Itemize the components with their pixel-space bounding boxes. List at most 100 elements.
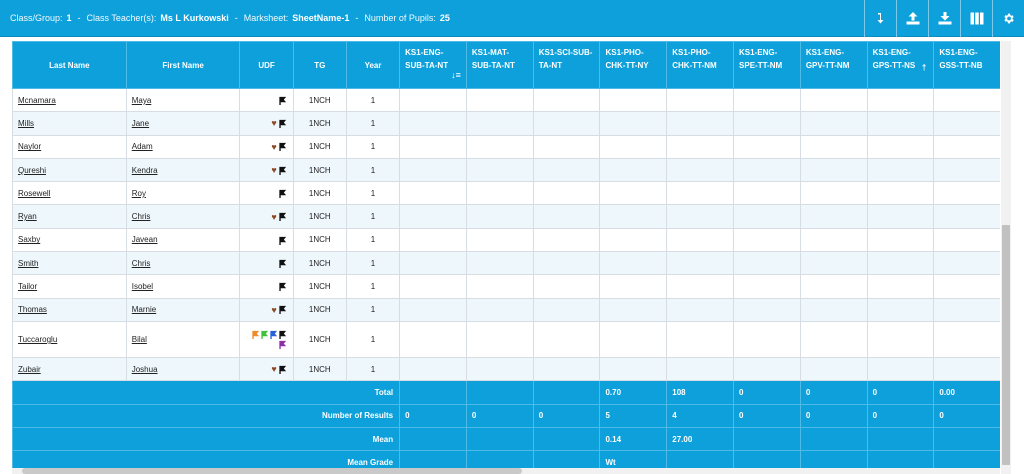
- score-cell[interactable]: [799, 251, 868, 276]
- first-name-cell[interactable]: Chris: [125, 204, 241, 229]
- score-cell[interactable]: [733, 320, 801, 358]
- last-name-cell[interactable]: Saxby: [12, 227, 127, 253]
- pupil-row[interactable]: Thomas Marnie ♥ 1NCH 1: [12, 297, 1000, 322]
- score-cell[interactable]: [599, 181, 668, 206]
- score-cell[interactable]: [532, 204, 601, 229]
- sort-desc-icon[interactable]: ↓≡: [451, 69, 461, 82]
- score-cell[interactable]: [399, 204, 467, 229]
- score-cell[interactable]: [465, 227, 534, 253]
- score-cell[interactable]: [399, 320, 467, 358]
- score-cell[interactable]: [599, 227, 668, 253]
- last-name-link[interactable]: Tuccaroglu: [18, 335, 57, 344]
- first-name-cell[interactable]: Roy: [125, 181, 241, 206]
- score-cell[interactable]: [933, 274, 1000, 299]
- score-cell[interactable]: [465, 274, 534, 299]
- col-tg[interactable]: TG: [292, 41, 347, 89]
- first-name-link[interactable]: Joshua: [132, 365, 158, 374]
- horizontal-scroll-thumb[interactable]: [22, 468, 522, 474]
- score-cell[interactable]: [599, 274, 668, 299]
- score-cell[interactable]: [866, 111, 935, 136]
- score-cell[interactable]: [599, 320, 668, 358]
- score-cell[interactable]: [933, 204, 1000, 229]
- last-name-cell[interactable]: Tailor: [12, 274, 127, 299]
- score-cell[interactable]: [866, 181, 935, 206]
- score-cell[interactable]: [465, 181, 534, 206]
- first-name-link[interactable]: Marnie: [132, 305, 156, 314]
- score-cell[interactable]: [733, 181, 801, 206]
- score-cell[interactable]: [666, 227, 735, 253]
- last-name-link[interactable]: Zubair: [18, 365, 41, 374]
- score-cell[interactable]: [866, 204, 935, 229]
- score-cell[interactable]: [866, 297, 935, 322]
- score-cell[interactable]: [799, 274, 868, 299]
- col-score[interactable]: KS1-ENG-GPV-TT-NM: [799, 41, 868, 89]
- score-cell[interactable]: [733, 87, 801, 113]
- first-name-cell[interactable]: Javean: [125, 227, 241, 253]
- last-name-link[interactable]: Rosewell: [18, 189, 50, 198]
- last-name-cell[interactable]: Tuccaroglu: [12, 320, 127, 358]
- pupil-row[interactable]: Mills Jane ♥ 1NCH 1: [12, 111, 1000, 136]
- col-score[interactable]: KS1-ENG-GSS-TT-NB: [933, 41, 1000, 89]
- col-score[interactable]: KS1-PHO-CHK-TT-NY: [599, 41, 668, 89]
- score-cell[interactable]: [666, 87, 735, 113]
- first-name-cell[interactable]: Marnie: [125, 297, 241, 322]
- score-cell[interactable]: [399, 181, 467, 206]
- score-cell[interactable]: [799, 320, 868, 358]
- score-cell[interactable]: [799, 111, 868, 136]
- score-cell[interactable]: [866, 157, 935, 183]
- last-name-cell[interactable]: Zubair: [12, 356, 127, 382]
- score-cell[interactable]: [799, 157, 868, 183]
- score-cell[interactable]: [532, 227, 601, 253]
- pupil-row[interactable]: Qureshi Kendra ♥ 1NCH 1: [12, 157, 1000, 183]
- score-cell[interactable]: [666, 356, 735, 382]
- last-name-link[interactable]: Naylor: [18, 142, 41, 151]
- first-name-link[interactable]: Kendra: [132, 166, 158, 175]
- score-cell[interactable]: [799, 297, 868, 322]
- score-cell[interactable]: [599, 297, 668, 322]
- last-name-cell[interactable]: Rosewell: [12, 181, 127, 206]
- score-cell[interactable]: [532, 297, 601, 322]
- score-cell[interactable]: [733, 297, 801, 322]
- score-cell[interactable]: [733, 251, 801, 276]
- score-cell[interactable]: [599, 87, 668, 113]
- upload-button[interactable]: [896, 0, 928, 37]
- score-cell[interactable]: [532, 356, 601, 382]
- last-name-cell[interactable]: Ryan: [12, 204, 127, 229]
- last-name-link[interactable]: Qureshi: [18, 166, 46, 175]
- score-cell[interactable]: [866, 87, 935, 113]
- score-cell[interactable]: [933, 87, 1000, 113]
- score-cell[interactable]: [532, 134, 601, 159]
- col-score[interactable]: KS1-ENG-GPS-TT-NS †: [866, 41, 935, 89]
- score-cell[interactable]: [666, 204, 735, 229]
- first-name-cell[interactable]: Chris: [125, 251, 241, 276]
- score-cell[interactable]: [733, 356, 801, 382]
- first-name-cell[interactable]: Adam: [125, 134, 241, 159]
- score-cell[interactable]: [799, 227, 868, 253]
- last-name-cell[interactable]: Qureshi: [12, 157, 127, 183]
- score-cell[interactable]: [532, 157, 601, 183]
- first-name-link[interactable]: Maya: [132, 96, 152, 105]
- score-cell[interactable]: [465, 320, 534, 358]
- score-cell[interactable]: [599, 111, 668, 136]
- score-cell[interactable]: [799, 87, 868, 113]
- col-udf[interactable]: UDF: [239, 41, 294, 89]
- last-name-link[interactable]: Saxby: [18, 235, 40, 244]
- score-cell[interactable]: [733, 134, 801, 159]
- score-cell[interactable]: [399, 227, 467, 253]
- pupil-row[interactable]: Zubair Joshua ♥ 1NCH 1: [12, 356, 1000, 382]
- col-score[interactable]: KS1-MAT-SUB-TA-NT: [465, 41, 534, 89]
- score-cell[interactable]: [465, 356, 534, 382]
- first-name-link[interactable]: Roy: [132, 189, 146, 198]
- score-cell[interactable]: [532, 181, 601, 206]
- download-button[interactable]: [928, 0, 960, 37]
- pupil-row[interactable]: Tailor Isobel 1NCH 1: [12, 274, 1000, 299]
- score-cell[interactable]: [399, 111, 467, 136]
- score-cell[interactable]: [465, 111, 534, 136]
- col-last-name[interactable]: Last Name: [12, 41, 127, 89]
- score-cell[interactable]: [933, 251, 1000, 276]
- first-name-link[interactable]: Isobel: [132, 282, 153, 291]
- last-name-cell[interactable]: Smith: [12, 251, 127, 276]
- score-cell[interactable]: [866, 227, 935, 253]
- last-name-link[interactable]: Thomas: [18, 305, 47, 314]
- score-cell[interactable]: [465, 157, 534, 183]
